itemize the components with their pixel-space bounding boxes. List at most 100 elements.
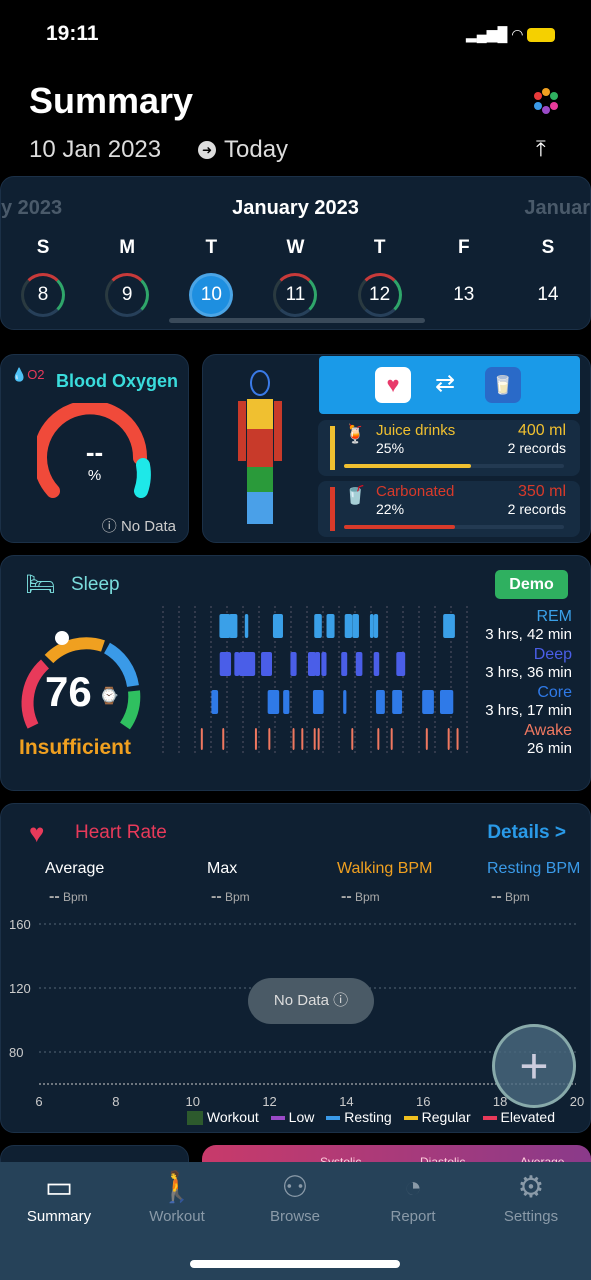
walking-icon: 🚶 [158,1171,196,1204]
arrow-right-icon: ➜ [198,141,216,159]
sleep-score: 76 [45,668,92,715]
tab-report[interactable]: ◔ Report [354,1168,472,1225]
watch-check-icon: ⌚ [99,688,119,705]
today-button[interactable]: ➜ Today [198,136,288,164]
day-11[interactable]: W 11 [265,237,325,317]
sleep-segment [238,652,249,676]
status-icons: ▂▄▆█ ◠ [466,26,556,43]
drink-records: 2 records [507,501,566,517]
day-number: 12 [369,284,391,305]
sleep-segment [369,614,374,638]
sleep-segment [283,690,290,714]
current-date: 10 Jan 2023 [29,136,162,163]
hr-stat: Walking BPM -- Bpm [337,860,433,905]
scroll-top-icon[interactable]: ⤒ [536,136,546,162]
sleep-segment [313,728,316,750]
sleep-segment [439,690,451,714]
sleep-segment [272,614,283,638]
sleep-segment [301,728,304,750]
page-title: Summary [29,80,194,121]
home-indicator [190,1260,400,1268]
weekday-label: T [373,237,386,258]
sync-icon: ⇄ [435,370,456,397]
sleep-stage-awake: Awake 26 min [524,722,572,757]
day-12[interactable]: T 12 [350,237,410,317]
x-tick-label: 10 [185,1094,199,1109]
drink-color-bar [330,426,335,470]
sync-banner[interactable]: ♥ ⇄ 🥛 [319,356,580,414]
day-ring: 10 [189,273,234,317]
pie-chart-icon: ◔ [403,1171,423,1204]
heart-icon: ♥ [29,818,45,848]
sleep-segment [355,652,363,676]
demo-badge: Demo [495,570,568,599]
legend-item: Resting [326,1109,397,1125]
legend-item: Regular [403,1109,477,1125]
day-10[interactable]: T 10 [181,237,241,317]
oxygen-unit: % [87,467,102,484]
day-ring: 12 [357,273,402,317]
drink-percent: 25% [376,440,405,456]
day-ring: 9 [105,273,150,317]
blood-oxygen-card: 💧O2 Blood Oxygen -- % ⓘ No Data [0,354,189,543]
sleep-segment [447,728,450,750]
sleep-segment [200,728,203,750]
sleep-segment [321,652,327,676]
apps-icon[interactable] [532,88,560,116]
sleep-segment [425,728,428,750]
sleep-segment [393,690,403,714]
drink-percent: 22% [376,501,405,517]
weekday-label: S [36,237,50,258]
x-tick-label: 16 [416,1094,430,1109]
sleep-segment [352,614,359,638]
sleep-segment [290,652,297,676]
drink-item[interactable]: 🥤 Carbonated 22% 350 ml 2 records [318,481,580,537]
drink-amount: 350 ml [517,483,566,500]
day-number: 9 [121,284,133,305]
tab-settings[interactable]: ⚙ Settings [472,1168,590,1225]
stat-label: Walking BPM [337,860,433,877]
drink-item[interactable]: 🍹 Juice drinks 25% 400 ml 2 records [318,420,580,476]
add-button[interactable]: + [492,1024,576,1108]
tab-workout[interactable]: 🚶 Workout [118,1168,236,1225]
sleep-segment [343,690,347,714]
sleep-segment [376,690,385,714]
sleep-segment [254,728,257,750]
sleep-segment [308,652,316,676]
card-title: Blood Oxygen [56,371,179,391]
y-tick-label: 160 [9,917,31,932]
sleep-segment [261,652,273,676]
sleep-segment [292,728,295,750]
y-tick-label: 120 [9,981,31,996]
details-link[interactable]: Details > [487,822,566,844]
sleep-segment [222,728,225,750]
day-9[interactable]: M9 [97,237,157,317]
oxygen-drop-icon: 💧O2 [11,367,45,382]
day-number: 10 [200,284,222,305]
hr-stat: Max -- Bpm [207,860,250,905]
legend-item: Workout [187,1109,265,1126]
health-app-icon: ♥ [375,367,411,403]
sleep-segment [456,728,459,750]
sleep-segment [314,614,322,638]
sleep-card: 🛏 Sleep Demo 76 ⌚ Insufficient REM 3 hrs,… [0,555,591,791]
sleep-segment [316,690,324,714]
next-month[interactable]: Januar [524,197,590,220]
day-14[interactable]: S 14 [518,237,578,317]
status-time: 19:11 [46,22,99,45]
weekday-label: M [119,237,136,258]
sleep-segment [234,652,240,676]
sleep-stages-chart [162,606,468,756]
day-number: 14 [537,284,559,305]
day-ring: 13 [442,273,486,317]
month-label: January 2023 [232,197,359,219]
hr-stat: Resting BPM -- Bpm [487,860,581,905]
sleep-quality: Insufficient [19,736,132,759]
day-13[interactable]: F 13 [434,237,494,317]
sleep-segment [268,728,271,750]
tab-browse[interactable]: ⚇ Browse [236,1168,354,1225]
day-8[interactable]: S8 [13,237,73,317]
tab-summary[interactable]: ▭ Summary [0,1168,118,1225]
legend-item: Low [270,1109,321,1125]
drink-name: Carbonated [376,483,455,500]
